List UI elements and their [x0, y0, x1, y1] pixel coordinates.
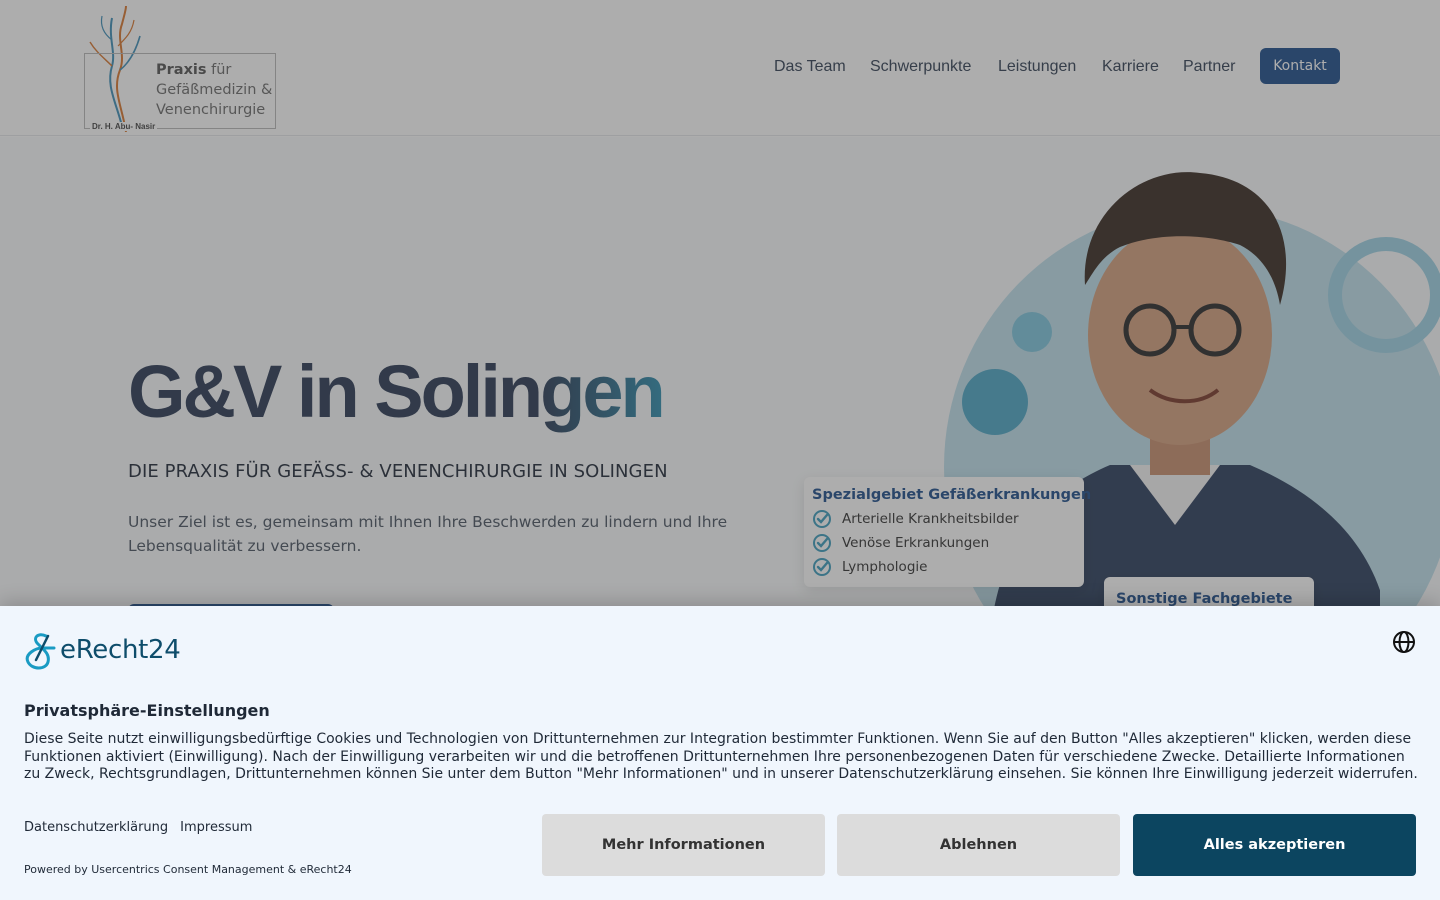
erecht24-ampersand-icon — [25, 633, 56, 670]
erecht24-logo: eRecht24 — [24, 630, 181, 670]
privacy-policy-link[interactable]: Datenschutzerklärung — [24, 820, 168, 835]
more-info-button[interactable]: Mehr Informationen — [542, 814, 825, 876]
decline-button[interactable]: Ablehnen — [837, 814, 1120, 876]
accept-all-button[interactable]: Alles akzeptieren — [1133, 814, 1416, 876]
consent-description: Diese Seite nutzt einwilligungsbedürftig… — [24, 731, 1418, 783]
erecht24-brand: eRecht24 — [60, 635, 181, 665]
powered-by-text: Powered by Usercentrics Consent Manageme… — [24, 863, 352, 876]
consent-links: Datenschutzerklärung Impressum — [24, 820, 252, 835]
language-globe-icon[interactable] — [1392, 630, 1416, 654]
consent-title: Privatsphäre-Einstellungen — [24, 701, 270, 720]
consent-banner: eRecht24 Privatsphäre-Einstellungen Dies… — [0, 606, 1440, 900]
imprint-link[interactable]: Impressum — [180, 820, 252, 835]
